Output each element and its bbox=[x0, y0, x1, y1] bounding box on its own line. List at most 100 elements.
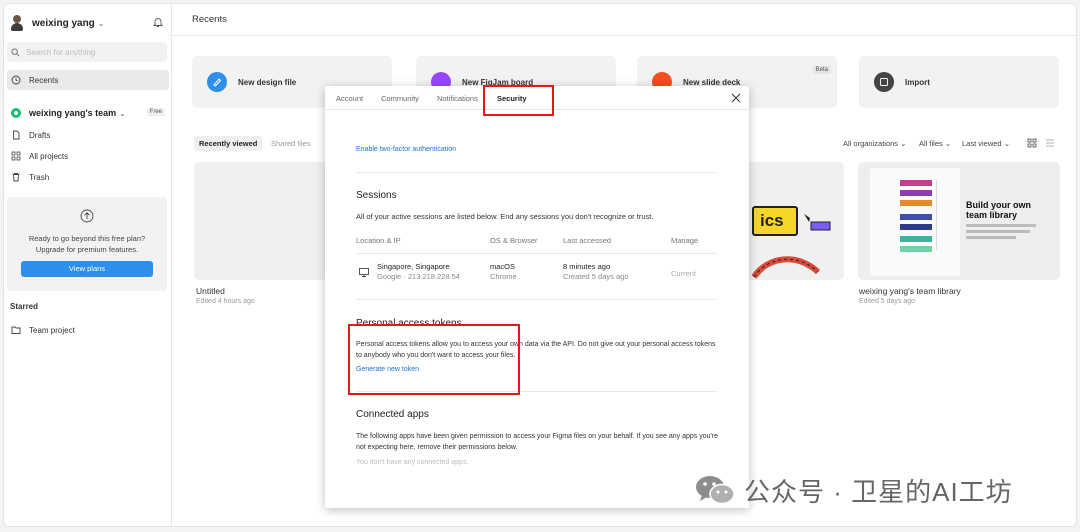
session-os-browser: macOS Chrome bbox=[490, 262, 517, 281]
file-icon bbox=[13, 130, 20, 140]
filter-label: All organizations bbox=[843, 139, 899, 148]
chevron-down-icon: ⌄ bbox=[119, 108, 126, 118]
plan-badge: Free bbox=[146, 108, 165, 116]
settings-modal: Account Community Notifications Security… bbox=[325, 86, 749, 508]
sidebar-item-label: All projects bbox=[29, 151, 69, 161]
clock-icon bbox=[11, 75, 21, 85]
import-card[interactable]: Import bbox=[859, 56, 1059, 108]
sidebar: weixing yang ⌄ Recents weixing yang's t bbox=[4, 4, 172, 526]
session-location: Singapore, Singapore Google · 213.218.22… bbox=[377, 262, 460, 281]
tab-notifications[interactable]: Notifications bbox=[437, 94, 478, 103]
bell-icon[interactable] bbox=[152, 16, 164, 28]
session-city: Singapore, Singapore bbox=[377, 262, 450, 271]
sidebar-item-label: Team project bbox=[29, 325, 75, 335]
sort-filter[interactable]: Last viewed ⌄ bbox=[962, 139, 1010, 148]
thumbnail-fragment: ics bbox=[752, 206, 798, 236]
sidebar-item-all-projects[interactable]: All projects bbox=[7, 146, 169, 166]
file-name[interactable]: weixing yang's team library bbox=[859, 286, 961, 296]
connected-apps-empty: You don't have any connected apps. bbox=[356, 459, 469, 466]
column-last-accessed: Last accessed bbox=[563, 236, 611, 245]
close-icon[interactable] bbox=[731, 93, 741, 103]
session-row: Singapore, Singapore Google · 213.218.22… bbox=[356, 262, 717, 286]
library-preview bbox=[870, 168, 960, 276]
organization-filter[interactable]: All organizations ⌄ bbox=[843, 139, 906, 148]
session-os: macOS bbox=[490, 262, 516, 271]
library-heading: Build your own team library bbox=[966, 200, 1031, 220]
cursor-sticker-icon bbox=[804, 214, 831, 231]
grid-view-icon[interactable] bbox=[1027, 138, 1037, 148]
session-status: Current bbox=[671, 269, 697, 278]
sidebar-item-drafts[interactable]: Drafts bbox=[7, 125, 169, 145]
column-os-browser: OS & Browser bbox=[490, 236, 538, 245]
list-view-icon[interactable] bbox=[1045, 138, 1055, 148]
design-file-icon bbox=[207, 72, 227, 92]
file-meta: Edited 4 hours ago bbox=[196, 298, 255, 305]
account-switcher[interactable]: weixing yang ⌄ bbox=[10, 12, 166, 34]
file-name[interactable]: Untitled bbox=[196, 286, 225, 296]
session-browser: Chrome bbox=[490, 272, 517, 281]
main-header: Recents bbox=[172, 4, 1076, 36]
file-thumbnail-team-library[interactable]: Build your own team library bbox=[858, 162, 1060, 280]
sidebar-item-recents[interactable]: Recents bbox=[7, 70, 169, 90]
enable-two-factor-link[interactable]: Enable two-factor authentication bbox=[356, 146, 456, 153]
tab-recently-viewed[interactable]: Recently viewed bbox=[194, 136, 263, 151]
divider bbox=[356, 299, 717, 300]
arrow-up-circle-icon bbox=[80, 209, 94, 223]
divider bbox=[356, 172, 717, 173]
folder-icon bbox=[11, 326, 21, 334]
import-icon bbox=[874, 72, 894, 92]
highlight-security-tab bbox=[483, 85, 554, 116]
tab-account[interactable]: Account bbox=[336, 94, 363, 103]
session-created: Created 5 days ago bbox=[563, 272, 629, 281]
connected-apps-title: Connected apps bbox=[356, 409, 429, 420]
column-manage: Manage bbox=[671, 236, 699, 245]
search-input[interactable] bbox=[26, 47, 156, 57]
search-icon bbox=[11, 47, 20, 56]
sessions-title: Sessions bbox=[356, 190, 397, 201]
highlight-personal-tokens bbox=[348, 324, 520, 395]
tab-shared-files[interactable]: Shared files bbox=[266, 136, 316, 151]
search-box[interactable] bbox=[7, 42, 167, 62]
card-label: Import bbox=[905, 78, 930, 87]
upgrade-line-2: Upgrade for premium features. bbox=[35, 245, 139, 254]
filter-label: All files bbox=[919, 139, 943, 148]
view-plans-button[interactable]: View plans bbox=[21, 261, 153, 277]
file-thumbnail-untitled[interactable] bbox=[194, 162, 328, 280]
wechat-icon bbox=[696, 476, 735, 505]
file-meta: Edited 5 days ago bbox=[859, 298, 916, 305]
beta-badge: Beta bbox=[812, 66, 831, 74]
sidebar-item-team-project[interactable]: Team project bbox=[7, 320, 169, 340]
sessions-description: All of your active sessions are listed b… bbox=[356, 212, 654, 221]
sidebar-item-trash[interactable]: Trash bbox=[7, 167, 169, 187]
starred-heading: Starred bbox=[10, 302, 39, 311]
file-type-filter[interactable]: All files ⌄ bbox=[919, 139, 951, 148]
tab-community[interactable]: Community bbox=[381, 94, 419, 103]
team-name: weixing yang's team bbox=[29, 108, 117, 118]
session-last-time: 8 minutes ago bbox=[563, 262, 611, 271]
card-label: New design file bbox=[238, 78, 297, 87]
page-title: Recents bbox=[192, 14, 227, 25]
connected-apps-description: The following apps have been given permi… bbox=[356, 433, 719, 451]
upgrade-text: Ready to go beyond this free plan? Upgra… bbox=[13, 233, 161, 255]
desktop-icon bbox=[359, 268, 369, 277]
upgrade-panel: Ready to go beyond this free plan? Upgra… bbox=[7, 197, 167, 291]
squiggle-shape-icon bbox=[752, 256, 821, 279]
filter-label: Last viewed bbox=[962, 139, 1002, 148]
watermark: 公众号 · 卫星的AI工坊 bbox=[694, 470, 1013, 510]
session-last-accessed: 8 minutes ago Created 5 days ago bbox=[563, 262, 628, 281]
avatar bbox=[10, 15, 24, 31]
divider bbox=[356, 253, 717, 254]
sidebar-item-label: Recents bbox=[29, 75, 59, 85]
watermark-text: 公众号 · 卫星的AI工坊 bbox=[744, 476, 1013, 507]
user-name: weixing yang bbox=[32, 17, 95, 29]
team-switcher[interactable]: weixing yang's team ⌄ Free bbox=[7, 103, 169, 123]
grid-icon bbox=[11, 151, 21, 161]
sidebar-item-label: Trash bbox=[29, 172, 50, 182]
sidebar-item-label: Drafts bbox=[29, 130, 51, 140]
chevron-down-icon: ⌄ bbox=[97, 18, 105, 28]
team-icon bbox=[11, 108, 21, 118]
column-location: Location & IP bbox=[356, 236, 401, 245]
session-ip: Google · 213.218.228.54 bbox=[377, 272, 460, 281]
upgrade-line-1: Ready to go beyond this free plan? bbox=[28, 234, 146, 243]
trash-icon bbox=[12, 173, 20, 182]
